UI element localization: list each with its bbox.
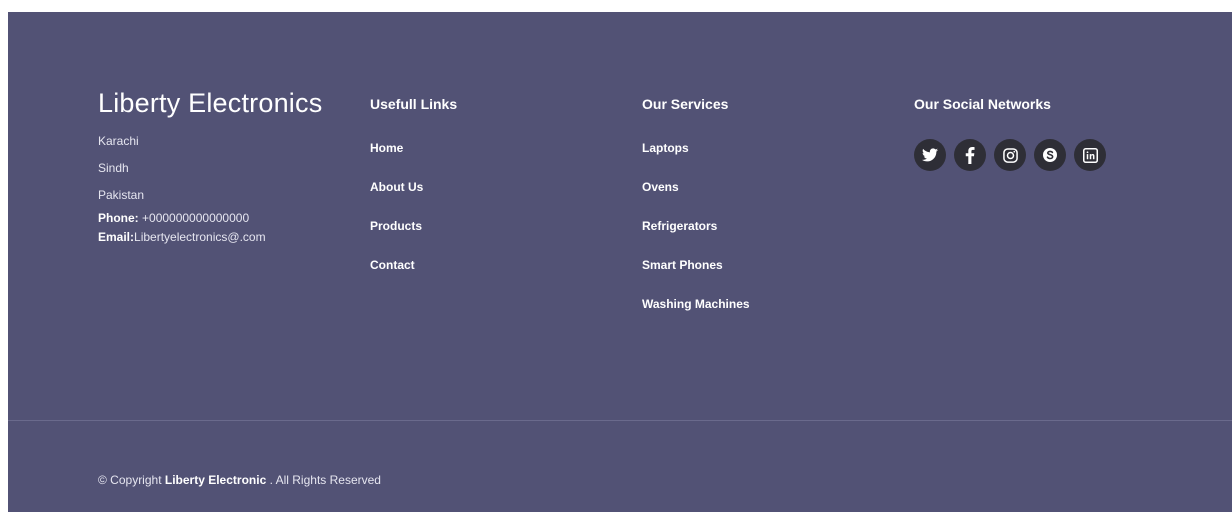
address-country: Pakistan <box>98 188 145 202</box>
useful-links-column: Usefull Links Home About Us Products Con… <box>370 94 590 295</box>
email-label: Email: <box>98 230 135 244</box>
link-item: Contact <box>370 256 590 275</box>
link-about-us[interactable]: About Us <box>370 180 423 194</box>
footer-divider <box>8 420 1232 421</box>
copyright-brand: Liberty Electronic <box>164 473 267 487</box>
social-column: Our Social Networks <box>914 94 1214 171</box>
service-item: Laptops <box>642 139 882 158</box>
linkedin-icon[interactable] <box>1074 139 1106 171</box>
copyright-suffix: . All Rights Reserved <box>266 473 381 487</box>
link-contact[interactable]: Contact <box>370 258 415 272</box>
twitter-icon[interactable] <box>914 139 946 171</box>
instagram-icon[interactable] <box>994 139 1026 171</box>
copyright-text: © Copyright Liberty Electronic . All Rig… <box>98 472 381 488</box>
facebook-glyph <box>965 146 975 164</box>
copyright-prefix: © Copyright <box>98 473 165 487</box>
linkedin-glyph <box>1082 147 1098 163</box>
useful-links-list: Home About Us Products Contact <box>370 139 590 275</box>
service-item: Smart Phones <box>642 256 882 275</box>
email-line: Email:Libertyelectronics@.com <box>98 228 358 247</box>
service-item: Ovens <box>642 178 882 197</box>
useful-links-heading: Usefull Links <box>370 96 458 112</box>
address-province: Sindh <box>98 161 129 175</box>
facebook-icon[interactable] <box>954 139 986 171</box>
instagram-glyph <box>1002 147 1018 163</box>
phone-line: Phone: +000000000000000 <box>98 209 358 228</box>
service-item: Washing Machines <box>642 295 882 314</box>
services-list: Laptops Ovens Refrigerators Smart Phones… <box>642 139 882 314</box>
service-refrigerators[interactable]: Refrigerators <box>642 219 717 233</box>
brand-title: Liberty Electronics <box>98 88 323 118</box>
link-home[interactable]: Home <box>370 141 403 155</box>
skype-icon[interactable] <box>1034 139 1066 171</box>
link-item: Home <box>370 139 590 158</box>
service-ovens[interactable]: Ovens <box>642 180 679 194</box>
social-icons-row <box>914 139 1214 171</box>
service-laptops[interactable]: Laptops <box>642 141 689 155</box>
phone-label: Phone: <box>98 211 139 225</box>
footer-top: Liberty Electronics Karachi Sindh Pakist… <box>8 12 1232 420</box>
service-smart-phones[interactable]: Smart Phones <box>642 258 723 272</box>
service-item: Refrigerators <box>642 217 882 236</box>
services-column: Our Services Laptops Ovens Refrigerators… <box>642 94 882 334</box>
service-washing-machines[interactable]: Washing Machines <box>642 297 750 311</box>
social-heading: Our Social Networks <box>914 96 1051 112</box>
link-products[interactable]: Products <box>370 219 422 233</box>
services-heading: Our Services <box>642 96 729 112</box>
phone-value: +000000000000000 <box>138 211 250 225</box>
link-item: About Us <box>370 178 590 197</box>
link-item: Products <box>370 217 590 236</box>
address-city: Karachi <box>98 134 139 148</box>
site-footer: Liberty Electronics Karachi Sindh Pakist… <box>8 12 1232 512</box>
skype-glyph <box>1043 148 1057 162</box>
twitter-glyph <box>922 148 938 162</box>
email-value: Libertyelectronics@.com <box>134 230 266 244</box>
brand-column: Liberty Electronics Karachi Sindh Pakist… <box>98 86 358 247</box>
